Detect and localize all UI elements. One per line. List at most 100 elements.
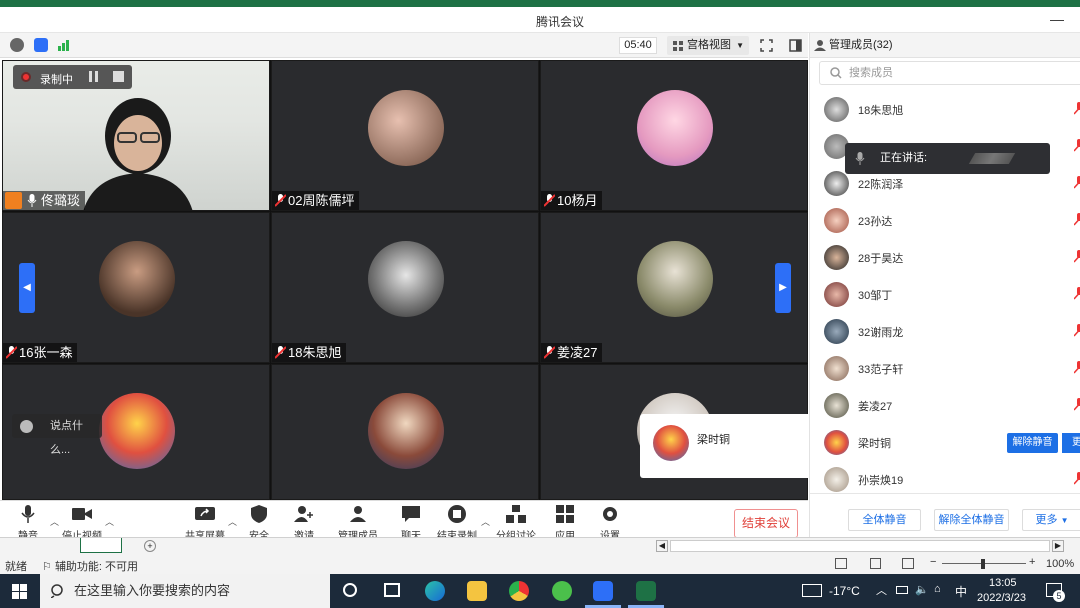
microphone-muted-icon — [275, 194, 286, 207]
prev-page-button[interactable]: ◀ — [19, 263, 35, 313]
member-row[interactable]: 33范子轩 — [810, 351, 1080, 388]
grid-view-dropdown[interactable]: 宫格视图 ▼ — [667, 36, 749, 55]
video-tile[interactable]: 02周陈儒坪 — [271, 60, 539, 211]
end-meeting-button[interactable]: 结束会议 — [734, 509, 798, 538]
microphone-muted-icon[interactable] — [1074, 213, 1080, 227]
microphone-icon — [21, 505, 35, 523]
taskbar-search-input[interactable]: 在这里输入你要搜索的内容 — [40, 574, 330, 608]
normal-view-icon[interactable] — [835, 558, 847, 569]
chevron-down-icon: ▼ — [1060, 516, 1069, 525]
speaking-indicator — [968, 153, 1016, 164]
weather-temp[interactable]: -17°C — [829, 584, 860, 598]
clock-time[interactable]: 13:05 — [989, 577, 1017, 589]
fullscreen-icon[interactable] — [760, 39, 773, 52]
page-layout-icon[interactable] — [870, 558, 881, 569]
video-tile[interactable]: 16张一森 — [2, 212, 270, 363]
microphone-muted-icon[interactable] — [1074, 324, 1080, 338]
minimize-icon[interactable]: — — [1050, 11, 1064, 27]
chrome-icon[interactable] — [509, 581, 529, 601]
accessibility-status[interactable]: ⚐ 辅助功能: 不可用 — [42, 558, 138, 574]
battery-icon[interactable] — [896, 586, 908, 594]
microphone-muted-icon[interactable] — [1074, 139, 1080, 153]
video-tile[interactable]: 姜凌27 — [540, 212, 808, 363]
network-icon[interactable]: ⌂ — [934, 583, 941, 595]
weather-icon[interactable] — [802, 584, 822, 597]
zoom-out-icon[interactable]: − — [930, 556, 936, 568]
pause-icon[interactable] — [88, 71, 100, 83]
member-row[interactable]: 23孙达 — [810, 203, 1080, 240]
participant-avatar — [637, 90, 713, 166]
member-row[interactable]: 梁时铜 解除静音 更 — [810, 425, 1080, 462]
recording-indicator: 录制中 — [13, 65, 132, 89]
member-row[interactable]: 28于昊达 — [810, 240, 1080, 277]
mic-options-caret[interactable]: ︿ — [50, 515, 59, 528]
zoom-slider-thumb[interactable] — [981, 559, 985, 569]
mute-all-button[interactable]: 全体静音 — [848, 509, 921, 531]
window-title: 腾讯会议 — [535, 15, 584, 29]
wechat-icon[interactable] — [552, 581, 572, 601]
next-page-button[interactable]: ▶ — [775, 263, 791, 313]
cortana-icon[interactable] — [343, 583, 357, 597]
windows-start-icon[interactable] — [12, 584, 27, 599]
microphone-muted-icon[interactable] — [1074, 102, 1080, 116]
scroll-left-icon[interactable]: ◀ — [656, 540, 668, 552]
shield-icon[interactable] — [34, 38, 48, 52]
microphone-muted-icon — [544, 346, 555, 359]
microphone-muted-icon — [6, 346, 17, 359]
share-options-caret[interactable]: ︿ — [228, 515, 237, 528]
record-options-caret[interactable]: ︿ — [481, 515, 490, 528]
emoji-icon[interactable] — [20, 420, 33, 433]
tencent-meeting-icon[interactable] — [593, 581, 613, 601]
edge-icon[interactable] — [425, 581, 445, 601]
participant-video — [83, 98, 193, 210]
member-row[interactable]: 18朱思旭 — [810, 92, 1080, 129]
video-tile[interactable]: 10杨月 — [540, 60, 808, 211]
input-method[interactable]: 中 — [955, 583, 967, 600]
chevron-down-icon: ▼ — [736, 41, 744, 50]
members-panel: 管理成员(32) 搜索成员 18朱思旭 22陈润泽 23孙达 28于昊达 30邹… — [809, 33, 1080, 546]
sidebar-toggle-icon[interactable] — [789, 39, 802, 52]
microphone-muted-icon[interactable] — [1074, 176, 1080, 190]
microphone-muted-icon[interactable] — [1074, 472, 1080, 486]
video-tile[interactable]: 18朱思旭 — [271, 212, 539, 363]
tray-expand-icon[interactable]: ︿ — [876, 582, 887, 598]
camera-icon — [72, 508, 92, 520]
video-tile[interactable] — [271, 364, 539, 500]
microphone-muted-icon[interactable] — [1074, 398, 1080, 412]
stop-icon[interactable] — [113, 71, 124, 82]
breakout-icon — [506, 505, 526, 523]
member-more-button[interactable]: 更 — [1062, 433, 1080, 453]
horizontal-scrollbar[interactable] — [670, 540, 1050, 552]
microphone-icon — [27, 194, 37, 207]
task-view-icon[interactable] — [384, 583, 400, 597]
page-break-icon[interactable] — [902, 558, 914, 569]
member-avatar — [824, 356, 849, 381]
scroll-right-icon[interactable]: ▶ — [1052, 540, 1064, 552]
microphone-muted-icon[interactable] — [1074, 250, 1080, 264]
sheet-tab[interactable] — [80, 538, 122, 553]
file-explorer-icon[interactable] — [467, 581, 487, 601]
microphone-muted-icon[interactable] — [1074, 361, 1080, 375]
info-icon[interactable] — [10, 38, 24, 52]
unmute-member-button[interactable]: 解除静音 — [1007, 433, 1058, 453]
zoom-in-icon[interactable]: + — [1029, 556, 1035, 568]
more-button[interactable]: 更多 ▼ — [1022, 509, 1080, 531]
clock-date[interactable]: 2022/3/23 — [977, 592, 1026, 604]
member-row[interactable]: 30邹丁 — [810, 277, 1080, 314]
member-row[interactable]: 32谢雨龙 — [810, 314, 1080, 351]
add-sheet-icon[interactable]: + — [144, 540, 156, 552]
zoom-level: 100% — [1046, 558, 1075, 570]
microphone-muted-icon[interactable] — [1074, 287, 1080, 301]
signal-icon[interactable] — [57, 38, 71, 52]
add-user-icon — [294, 506, 313, 522]
participant-name-tag: 02周陈儒坪 — [272, 191, 360, 210]
chat-quick-input[interactable]: 说点什么... — [12, 414, 102, 456]
ready-status: 就绪 — [5, 561, 27, 573]
unmute-all-button[interactable]: 解除全体静音 — [934, 509, 1009, 531]
excel-icon[interactable] — [636, 581, 656, 601]
volume-icon[interactable]: 🔈 — [915, 583, 929, 596]
member-row[interactable]: 姜凌27 — [810, 388, 1080, 425]
member-avatar — [824, 430, 849, 455]
video-options-caret[interactable]: ︿ — [105, 515, 114, 528]
member-search-input[interactable]: 搜索成员 — [819, 61, 1080, 85]
